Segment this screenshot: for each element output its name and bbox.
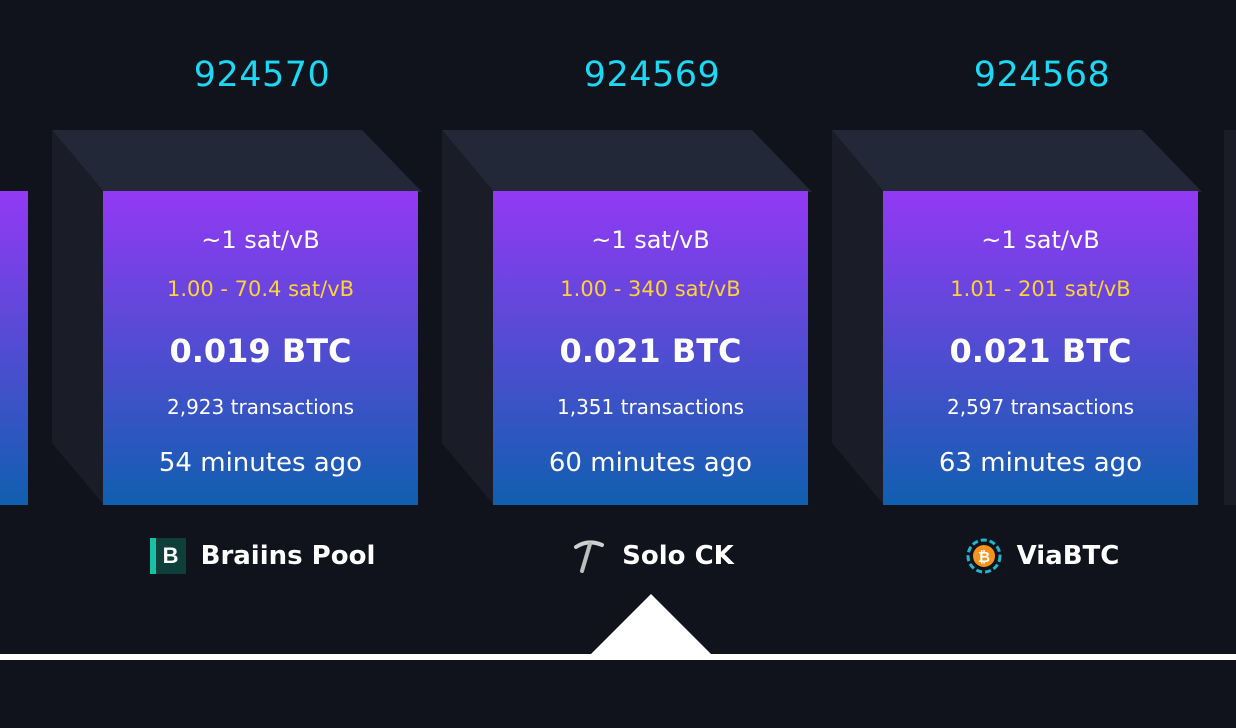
block-height[interactable]: 924568 bbox=[882, 54, 1202, 96]
block-height[interactable]: 924570 bbox=[102, 54, 422, 96]
timeline-baseline bbox=[0, 654, 1236, 660]
block-time-ago: 63 minutes ago bbox=[938, 448, 1143, 478]
mining-pool-link[interactable]: ₿ ViaBTC bbox=[882, 534, 1202, 578]
pickaxe-icon bbox=[570, 537, 608, 575]
cube-side-face bbox=[442, 130, 494, 505]
pool-name: Solo CK bbox=[622, 541, 734, 571]
block-cube[interactable]: ~1 sat/vB 1.00 - 340 sat/vB 0.021 BTC 1,… bbox=[442, 130, 812, 505]
transaction-count: 2,597 transactions bbox=[946, 395, 1134, 419]
block-reward: 0.021 BTC bbox=[949, 332, 1132, 370]
partial-block-left[interactable] bbox=[0, 191, 28, 505]
svg-text:₿: ₿ bbox=[977, 548, 989, 566]
mining-pool-link[interactable]: B Braiins Pool bbox=[102, 534, 422, 578]
block-cube[interactable]: ~1 sat/vB 1.00 - 70.4 sat/vB 0.019 BTC 2… bbox=[52, 130, 422, 505]
block-height[interactable]: 924569 bbox=[492, 54, 812, 96]
cube-side-face bbox=[52, 130, 104, 505]
block-924569[interactable]: 924569 ~1 sat/vB 1.00 - 340 sat/vB 0.021… bbox=[442, 0, 812, 600]
block-cube[interactable]: ~1 sat/vB 1.01 - 201 sat/vB 0.021 BTC 2,… bbox=[832, 130, 1202, 505]
fee-range: 1.00 - 340 sat/vB bbox=[560, 277, 741, 301]
block-reward: 0.021 BTC bbox=[559, 332, 742, 370]
viabtc-logo-icon: ₿ bbox=[965, 537, 1003, 575]
fee-range: 1.01 - 201 sat/vB bbox=[950, 277, 1131, 301]
cube-top-face bbox=[442, 130, 812, 192]
median-fee: ~1 sat/vB bbox=[201, 226, 320, 254]
block-reward: 0.019 BTC bbox=[169, 332, 352, 370]
block-924568[interactable]: 924568 ~1 sat/vB 1.01 - 201 sat/vB 0.021… bbox=[832, 0, 1202, 600]
block-face[interactable]: ~1 sat/vB 1.01 - 201 sat/vB 0.021 BTC 2,… bbox=[883, 191, 1198, 505]
block-face[interactable]: ~1 sat/vB 1.00 - 340 sat/vB 0.021 BTC 1,… bbox=[493, 191, 808, 505]
median-fee: ~1 sat/vB bbox=[981, 226, 1100, 254]
partial-block-right[interactable] bbox=[1224, 130, 1236, 505]
median-fee: ~1 sat/vB bbox=[591, 226, 710, 254]
pool-name: ViaBTC bbox=[1016, 541, 1120, 571]
cube-top-face bbox=[832, 130, 1202, 192]
cube-side-face bbox=[832, 130, 884, 505]
fee-range: 1.00 - 70.4 sat/vB bbox=[166, 277, 355, 301]
cube-top-face bbox=[52, 130, 422, 192]
mining-pool-link[interactable]: Solo CK bbox=[492, 534, 812, 578]
selected-block-arrow-icon bbox=[589, 594, 713, 656]
block-time-ago: 60 minutes ago bbox=[548, 448, 753, 478]
transaction-count: 1,351 transactions bbox=[556, 395, 744, 419]
block-time-ago: 54 minutes ago bbox=[158, 448, 363, 478]
braiins-logo-icon: B bbox=[149, 537, 187, 575]
pool-name: Braiins Pool bbox=[200, 541, 376, 571]
block-924570[interactable]: 924570 ~1 sat/vB 1.00 - 70.4 sat/vB 0.01… bbox=[52, 0, 422, 600]
block-face[interactable]: ~1 sat/vB 1.00 - 70.4 sat/vB 0.019 BTC 2… bbox=[103, 191, 418, 505]
transaction-count: 2,923 transactions bbox=[166, 395, 354, 419]
